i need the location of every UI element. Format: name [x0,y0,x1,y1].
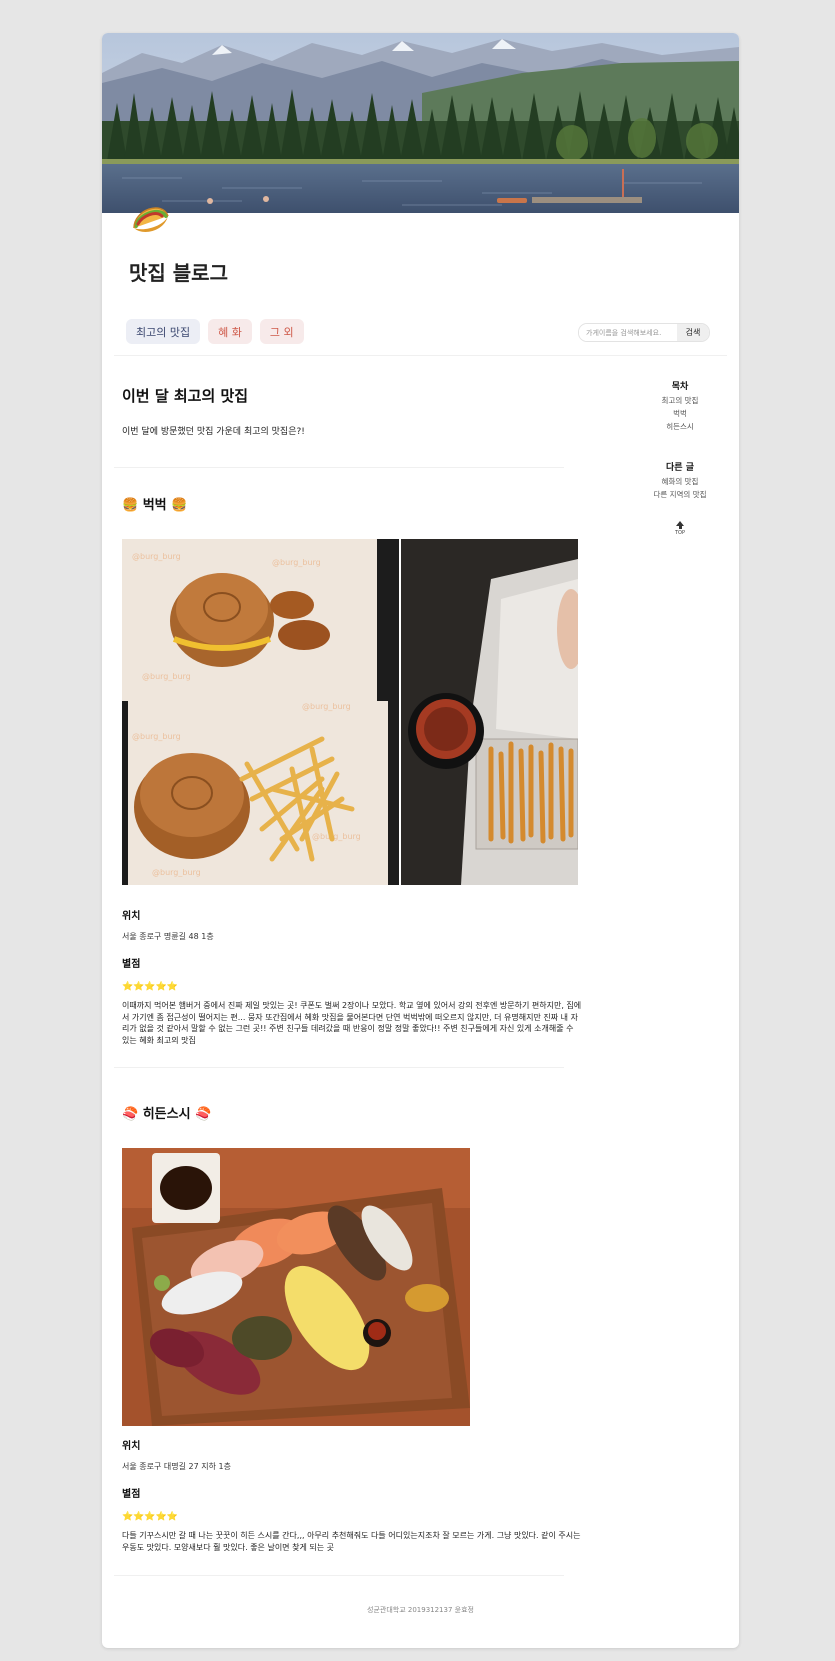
search-button[interactable]: 검색 [677,324,709,341]
review-text: 이때까지 먹어본 햄버거 중에서 진짜 제일 맛있는 곳! 쿠폰도 벌써 2장이… [122,1001,582,1045]
search-box: 검색 [578,323,710,342]
fries-photo [401,539,578,885]
toc-item-burger[interactable]: 벅벅 [640,407,720,420]
watermark-text: @burg_burg [152,868,201,877]
nav-others[interactable]: 그 외 [259,319,304,344]
divider [114,1575,564,1576]
divider [114,355,727,356]
location-label: 위치 [122,1441,141,1452]
watermark-text: @burg_burg [312,832,361,841]
section-title-sushi: 🍣 히든스시 🍣 [122,1107,212,1122]
sushi-photo [122,1148,470,1426]
scroll-top-button[interactable]: TOP [671,521,689,536]
watermark-text: @burg_burg [142,672,191,681]
toc-title: 목차 [671,382,689,392]
other-post-hyehwa[interactable]: 혜화의 맛집 [640,475,720,488]
toc-item-best[interactable]: 최고의 맛집 [640,394,720,407]
divider [114,467,564,468]
location-text: 서울 종로구 명륜길 48 1층 [122,932,214,941]
burger-photo: @burg_burg @burg_burg @burg_burg @burg_b… [122,539,399,885]
watermark-text: @burg_burg [132,732,181,741]
footer-text: 성균관대학교 2019312137 윤효정 [367,1606,474,1614]
taco-icon [128,196,172,240]
rating-label: 별점 [122,959,141,970]
top-label: TOP [674,530,685,536]
intro-title: 이번 달 최고의 맛집 [122,387,249,405]
location-text: 서울 종로구 대명길 27 지하 1층 [122,1462,231,1471]
intro-subtitle: 이번 달에 방문했던 맛집 가운데 최고의 맛집은?! [122,427,305,437]
section-title-burger: 🍔 벅벅 🍔 [122,498,188,513]
blog-page: 맛집 블로그 최고의 맛집 혜 화 그 외 검색 이번 달 최고의 맛집 이번 … [102,33,739,1648]
watermark-text: @burg_burg [302,702,351,711]
header-banner-image [102,33,739,213]
rating-stars: ⭐⭐⭐⭐⭐ [122,982,179,992]
nav-best-restaurants[interactable]: 최고의 맛집 [126,319,201,344]
other-posts-title: 다른 글 [666,463,694,473]
rating-stars: ⭐⭐⭐⭐⭐ [122,1512,179,1522]
review-text: 다들 기꾸스시만 갈 때 나는 꿋꿋이 히든 스시를 간다,,, 아무리 추천해… [122,1531,581,1552]
location-label: 위치 [122,911,141,922]
rating-label: 별점 [122,1489,141,1500]
watermark-text: @burg_burg [272,558,321,567]
other-post-other-regions[interactable]: 다른 지역의 맛집 [640,488,720,501]
watermark-text: @burg_burg [132,552,181,561]
search-input[interactable] [579,324,677,341]
nav-hyehwa[interactable]: 혜 화 [208,319,252,344]
toc-item-sushi[interactable]: 히든스시 [640,420,720,433]
toc-panel: 목차 최고의 맛집 벅벅 히든스시 [640,379,720,433]
divider [114,1067,564,1068]
other-posts-panel: 다른 글 혜화의 맛집 다른 지역의 맛집 [640,460,720,501]
category-nav: 최고의 맛집 혜 화 그 외 [126,319,304,344]
blog-title: 맛집 블로그 [129,261,228,285]
